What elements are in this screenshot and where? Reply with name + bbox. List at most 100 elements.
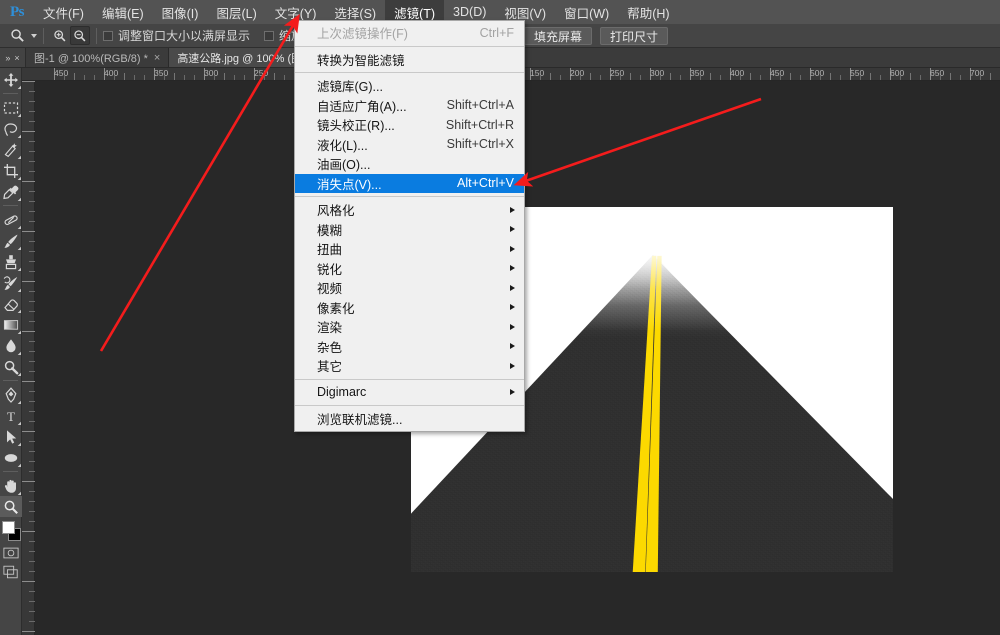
filter-menu-item-3-1[interactable]: 模糊 [295, 220, 524, 240]
menu-10[interactable]: 帮助(H) [618, 0, 678, 24]
print-size-button[interactable]: 打印尺寸 [600, 27, 669, 45]
filter-menu-item-1-0[interactable]: 转换为智能滤镜 [295, 50, 524, 70]
blur-tool-icon[interactable] [0, 335, 22, 356]
filter-menu-item-2-0[interactable]: 滤镜库(G)... [295, 76, 524, 96]
dodge-tool-icon[interactable] [0, 356, 22, 377]
quick-mask-icon[interactable] [0, 544, 22, 562]
tool-flyout-triangle-icon[interactable] [17, 330, 21, 334]
history-brush-tool-icon[interactable] [0, 272, 22, 293]
panel-collapse-handle[interactable]: » × [0, 48, 26, 67]
tool-flyout-triangle-icon[interactable] [17, 85, 21, 89]
menu-9[interactable]: 窗口(W) [555, 0, 618, 24]
hand-tool-icon[interactable] [0, 475, 22, 496]
filter-menu-item-2-3[interactable]: 液化(L)... Shift+Ctrl+X [295, 135, 524, 155]
foreground-color-swatch[interactable] [2, 521, 15, 534]
zoom-in-button[interactable] [50, 26, 70, 45]
ellipse-shape-tool-icon[interactable] [0, 447, 22, 468]
tool-flyout-triangle-icon[interactable] [17, 246, 21, 250]
marquee-tool-icon[interactable] [0, 97, 22, 118]
eraser-tool-icon-glyph [4, 298, 18, 311]
eyedropper-tool-icon[interactable] [0, 181, 22, 202]
menu-3[interactable]: 图层(L) [207, 0, 265, 24]
filter-menu-item-label: Digimarc [317, 385, 367, 400]
submenu-arrow-icon[interactable] [510, 389, 515, 396]
filter-menu-item-3-7[interactable]: 杂色 [295, 337, 524, 357]
ruler-tick-minor [870, 73, 871, 80]
submenu-arrow-icon[interactable] [510, 206, 515, 213]
tool-flyout-triangle-icon[interactable] [17, 309, 21, 313]
submenu-arrow-icon[interactable] [510, 265, 515, 272]
tool-flyout-triangle-icon[interactable] [17, 225, 21, 229]
zoom-all-windows-checkbox[interactable] [264, 30, 275, 41]
fill-screen-button[interactable]: 填充屏幕 [524, 27, 593, 45]
filter-menu-item-3-3[interactable]: 锐化 [295, 259, 524, 279]
move-tool-icon[interactable] [0, 69, 22, 90]
filter-menu-item-3-8[interactable]: 其它 [295, 356, 524, 376]
lasso-tool-icon[interactable] [0, 118, 22, 139]
tool-flyout-triangle-icon[interactable] [17, 491, 21, 495]
menu-1[interactable]: 编辑(E) [93, 0, 153, 24]
filter-menu-item-3-0[interactable]: 风格化 [295, 200, 524, 220]
tool-preset-chevron-down-icon[interactable] [31, 33, 37, 38]
tool-flyout-triangle-icon[interactable] [17, 176, 21, 180]
filter-menu-item-3-5[interactable]: 像素化 [295, 298, 524, 318]
tool-flyout-triangle-icon[interactable] [17, 463, 21, 467]
filter-menu-item-3-4[interactable]: 视频 [295, 278, 524, 298]
filter-menu-item-label: 上次滤镜操作(F) [317, 27, 408, 42]
tool-flyout-triangle-icon[interactable] [17, 197, 21, 201]
pen-tool-icon[interactable] [0, 384, 22, 405]
quick-selection-tool-icon[interactable] [0, 139, 22, 160]
tool-flyout-triangle-icon[interactable] [17, 351, 21, 355]
submenu-arrow-icon[interactable] [510, 323, 515, 330]
clone-stamp-tool-icon[interactable] [0, 251, 22, 272]
close-icon[interactable]: × [14, 53, 19, 63]
resize-windows-to-fit-checkbox-row[interactable]: 调整窗口大小以满屏显示 [103, 27, 250, 44]
gradient-tool-icon[interactable] [0, 314, 22, 335]
submenu-arrow-icon[interactable] [510, 304, 515, 311]
tool-flyout-triangle-icon[interactable] [17, 113, 21, 117]
submenu-arrow-icon[interactable] [510, 284, 515, 291]
ruler-label: 700 [970, 68, 985, 78]
ruler-tick-vertical [22, 81, 35, 82]
tool-flyout-triangle-icon[interactable] [17, 442, 21, 446]
zoom-tool-icon[interactable] [6, 26, 28, 46]
color-swatches[interactable] [0, 520, 22, 544]
zoom-out-button[interactable] [70, 26, 90, 45]
type-tool-icon[interactable]: T [0, 405, 22, 426]
path-selection-tool-icon[interactable] [0, 426, 22, 447]
tool-flyout-triangle-icon[interactable] [17, 372, 21, 376]
document-tab-0[interactable]: 图-1 @ 100%(RGB/8) * × [26, 48, 170, 67]
tool-flyout-triangle-icon[interactable] [17, 400, 21, 404]
tool-divider [3, 205, 18, 206]
filter-menu-item-4-0[interactable]: Digimarc [295, 383, 524, 403]
zoom-tool-icon[interactable] [0, 496, 22, 517]
tool-flyout-triangle-icon[interactable] [17, 421, 21, 425]
menu-0[interactable]: 文件(F) [34, 0, 93, 24]
submenu-arrow-icon[interactable] [510, 226, 515, 233]
filter-menu-item-2-4[interactable]: 油画(O)... [295, 154, 524, 174]
filter-dropdown-menu[interactable]: 上次滤镜操作(F) Ctrl+F 转换为智能滤镜 滤镜库(G)... 自适应广角(A).… [294, 20, 525, 432]
brush-tool-icon[interactable] [0, 230, 22, 251]
filter-menu-item-2-1[interactable]: 自适应广角(A)... Shift+Ctrl+A [295, 96, 524, 116]
filter-menu-item-3-2[interactable]: 扭曲 [295, 239, 524, 259]
tool-flyout-triangle-icon[interactable] [17, 288, 21, 292]
eraser-tool-icon[interactable] [0, 293, 22, 314]
submenu-arrow-icon[interactable] [510, 245, 515, 252]
filter-menu-item-5-0[interactable]: 浏览联机滤镜... [295, 409, 524, 429]
spot-healing-brush-tool-icon[interactable] [0, 209, 22, 230]
filter-menu-item-2-5[interactable]: 消失点(V)... Alt+Ctrl+V [295, 173, 524, 193]
tool-flyout-triangle-icon[interactable] [17, 155, 21, 159]
crop-tool-icon[interactable] [0, 160, 22, 181]
tool-flyout-triangle-icon[interactable] [17, 267, 21, 271]
filter-menu-item-0-0[interactable]: 上次滤镜操作(F) Ctrl+F [295, 23, 524, 43]
screen-mode-icon[interactable] [0, 562, 22, 582]
filter-menu-item-2-2[interactable]: 镜头校正(R)... Shift+Ctrl+R [295, 115, 524, 135]
document-tab-close-icon[interactable]: × [154, 52, 160, 64]
ruler-tick-minor [910, 73, 911, 80]
tool-flyout-triangle-icon[interactable] [17, 134, 21, 138]
menu-2[interactable]: 图像(I) [153, 0, 208, 24]
resize-windows-to-fit-checkbox[interactable] [103, 30, 113, 41]
submenu-arrow-icon[interactable] [510, 362, 515, 369]
submenu-arrow-icon[interactable] [510, 343, 515, 350]
filter-menu-item-3-6[interactable]: 渲染 [295, 317, 524, 337]
